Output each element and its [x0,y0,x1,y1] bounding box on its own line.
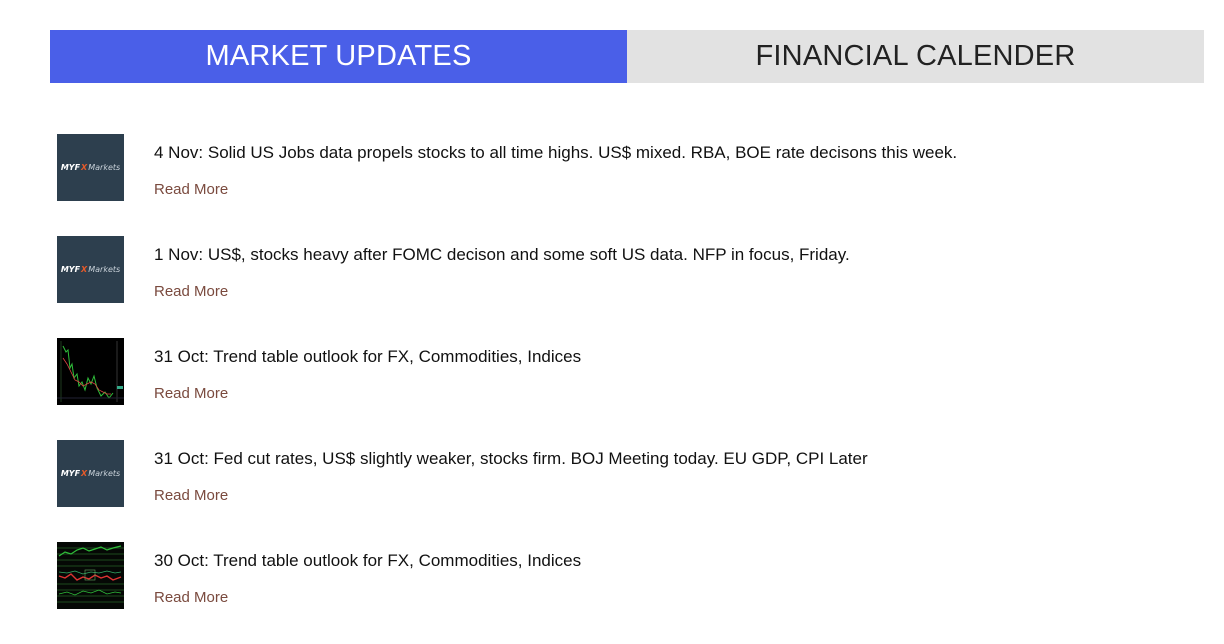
list-item: 31 Oct: Trend table outlook for FX, Comm… [57,338,1197,440]
read-more-link[interactable]: Read More [154,487,228,504]
update-title[interactable]: 4 Nov: Solid US Jobs data propels stocks… [154,143,957,163]
myfx-logo-text: MYFXMarkets [60,469,121,478]
table-thumbnail[interactable] [57,542,124,609]
update-title[interactable]: 31 Oct: Trend table outlook for FX, Comm… [154,347,581,367]
list-item: 30 Oct: Trend table outlook for FX, Comm… [57,542,1197,644]
tab-bar: MARKET UPDATES FINANCIAL CALENDER [50,30,1204,83]
myfx-logo-text: MYFXMarkets [60,265,121,274]
read-more-link[interactable]: Read More [154,181,228,198]
read-more-link[interactable]: Read More [154,589,228,606]
chart-thumbnail-image [57,338,124,405]
list-item: MYFXMarkets 1 Nov: US$, stocks heavy aft… [57,236,1197,338]
myfx-logo-text: MYFXMarkets [60,163,121,172]
update-title[interactable]: 31 Oct: Fed cut rates, US$ slightly weak… [154,449,868,469]
tab-market-updates[interactable]: MARKET UPDATES [50,30,627,83]
myfx-markets-logo-thumbnail[interactable]: MYFXMarkets [57,440,124,507]
trend-table-thumbnail-image [57,542,124,609]
myfx-markets-logo-thumbnail[interactable]: MYFXMarkets [57,236,124,303]
myfx-markets-logo-thumbnail[interactable]: MYFXMarkets [57,134,124,201]
read-more-link[interactable]: Read More [154,283,228,300]
update-title[interactable]: 1 Nov: US$, stocks heavy after FOMC deci… [154,245,850,265]
tab-financial-calendar[interactable]: FINANCIAL CALENDER [627,30,1204,83]
update-title[interactable]: 30 Oct: Trend table outlook for FX, Comm… [154,551,581,571]
chart-thumbnail[interactable] [57,338,124,405]
list-item: MYFXMarkets 4 Nov: Solid US Jobs data pr… [57,134,1197,236]
market-updates-list: MYFXMarkets 4 Nov: Solid US Jobs data pr… [57,134,1197,644]
read-more-link[interactable]: Read More [154,385,228,402]
list-item: MYFXMarkets 31 Oct: Fed cut rates, US$ s… [57,440,1197,542]
